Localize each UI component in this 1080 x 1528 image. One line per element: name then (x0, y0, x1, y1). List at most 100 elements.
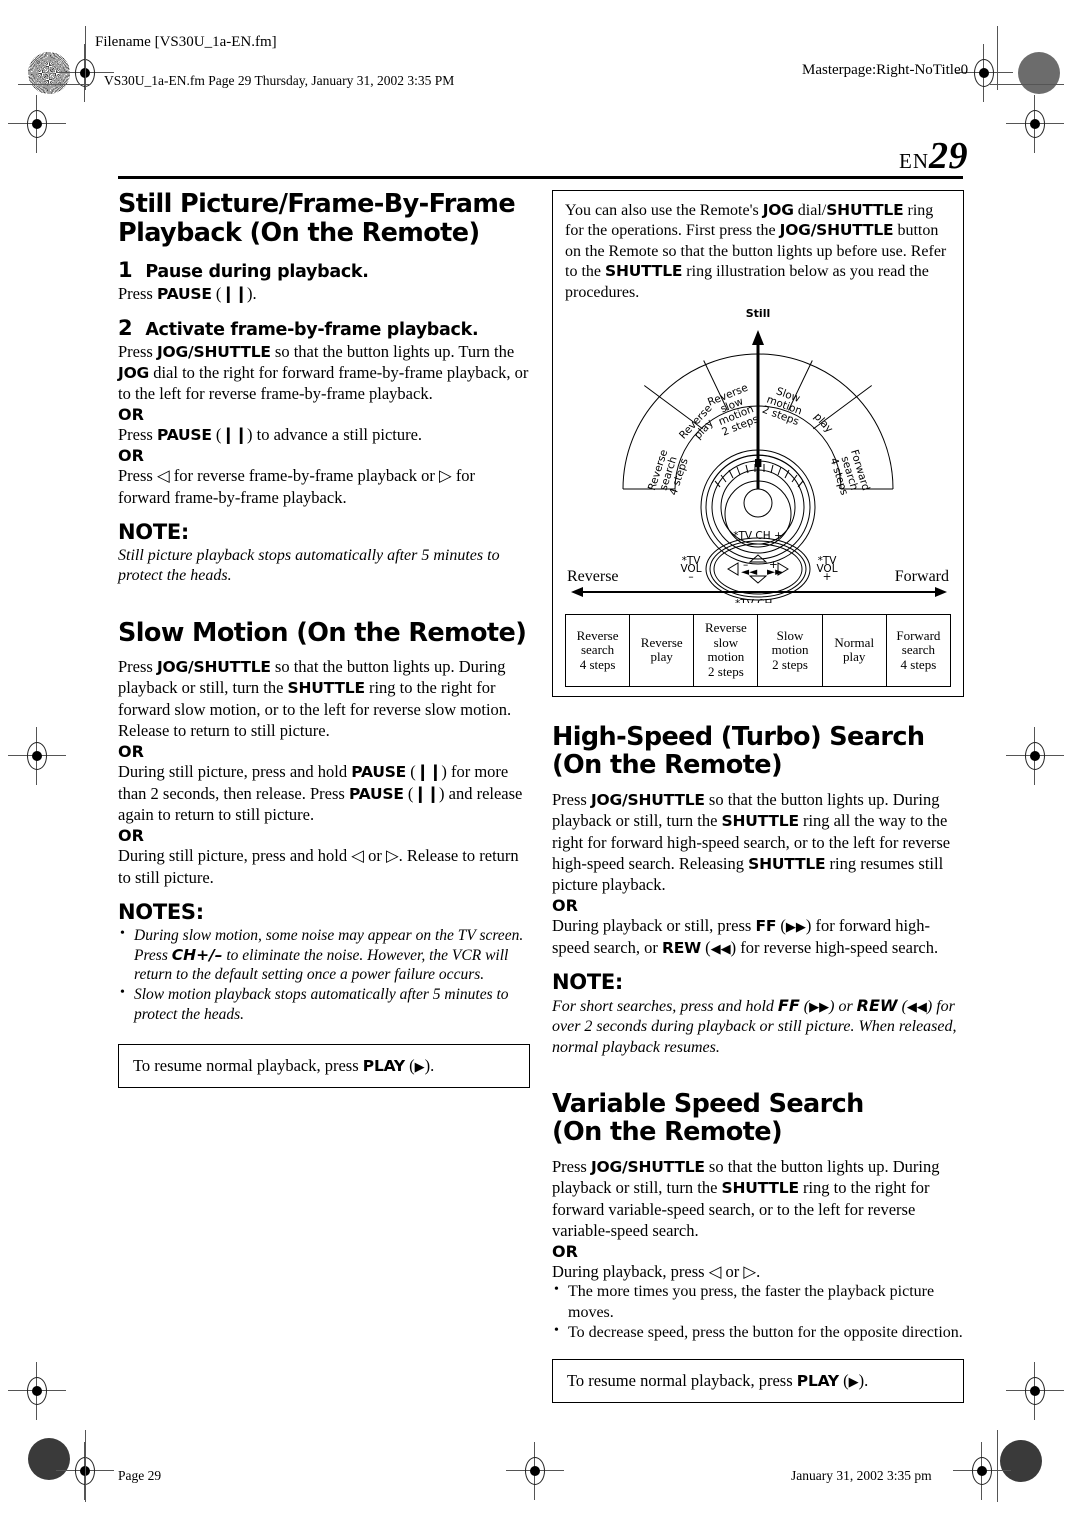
segment-label-play: play (811, 411, 835, 436)
step-2-heading: 2 Activate frame-by-frame playback. (118, 316, 530, 340)
forward-label: Forward (894, 568, 949, 586)
variable-speed-p1: Press JOG/SHUTTLE so that the button lig… (552, 1156, 940, 1241)
note-heading-2: NOTE: (552, 970, 623, 995)
registration-mark-lower-right (1006, 1362, 1064, 1420)
step-2-body: Press JOG/SHUTTLE so that the button lig… (118, 341, 529, 404)
still-alt-2: Press ◁ for reverse frame-by-frame playb… (118, 466, 476, 507)
or-label-6: OR (552, 1241, 578, 1261)
shuttle-illustration-box: You can also use the Remote's JOG dial/S… (552, 190, 964, 697)
registration-mark-mid-right (1006, 727, 1064, 785)
registration-mark-right (1006, 95, 1064, 153)
reverse-forward-arrow (571, 587, 947, 598)
table-cell-reverse-play: Reverse play (629, 614, 695, 687)
crop-line-top-left (18, 84, 90, 85)
shuttle-segment-table: Reverse search 4 steps Reverse play Reverse… (564, 614, 952, 687)
high-speed-p2: During playback or still, press FF (▶▶) … (552, 916, 939, 957)
table-cell-reverse-search: Reverse search 4 steps (564, 614, 631, 687)
label-tv-ch-plus: *TV CH + (733, 530, 783, 542)
or-label-5: OR (552, 895, 578, 915)
registration-mark-bottom-right (953, 1442, 1011, 1500)
header-masterpage: Masterpage:Right-NoTitle0 (802, 62, 969, 78)
resume-playback-text: To resume normal playback, press PLAY (▶… (133, 1056, 435, 1076)
crop-line-right (997, 26, 998, 90)
table-cell-slow-motion: Slow motion 2 steps (757, 614, 823, 687)
crop-line-top-right (990, 84, 1064, 85)
starburst-mark-top-left (28, 52, 70, 94)
note-text-1: Still picture playback stops automatical… (118, 547, 500, 585)
dark-dot-mark-bottom-left (28, 1438, 70, 1480)
table-cell-forward-search: Forward search 4 steps (885, 614, 952, 687)
section-title-high-speed-search: High-Speed (Turbo) Search (On the Remote… (552, 721, 964, 781)
resume-playback-box-left: To resume normal playback, press PLAY (▶… (118, 1044, 530, 1089)
variable-speed-bullets: The more times you press, the faster the… (552, 1281, 964, 1343)
variable-speed-p2: During playback, press ◁ or ▷. (552, 1262, 761, 1282)
crop-line-left (85, 26, 86, 90)
illustration-intro-text: You can also use the Remote's JOG dial/S… (565, 201, 947, 301)
segment-label-slow-motion: Slowmotion2 steps (760, 383, 808, 428)
note-item: Slow motion playback stops automatically… (118, 984, 530, 1024)
section-title-line2: (On the Remote) (552, 1117, 783, 1148)
table-cell-reverse-slow-motion: Reverse slow motion 2 steps (693, 614, 759, 687)
bullet-item: To decrease speed, press the button for … (552, 1322, 964, 1343)
note-item: During slow motion, some noise may appea… (118, 925, 530, 985)
still-alt-1: Press PAUSE (❙❙) to advance a still pict… (118, 425, 423, 445)
step-1-heading: 1 Pause during playback. (118, 258, 530, 282)
note-text-2: For short searches, press and hold FF (▶… (552, 996, 957, 1056)
notes-heading: NOTES: (118, 900, 204, 925)
resume-playback-box-right: To resume normal playback, press PLAY (▶… (552, 1359, 964, 1404)
header-filename: Filename [VS30U_1a-EN.fm] (95, 34, 277, 50)
section-title-slow-motion: Slow Motion (On the Remote) (118, 617, 527, 648)
section-title-line1: Still Picture/Frame-By-Frame (118, 189, 516, 219)
reverse-label: Reverse (567, 568, 619, 586)
resume-playback-text: To resume normal playback, press PLAY (▶… (567, 1371, 869, 1391)
page-number: EN29 (899, 134, 968, 178)
step-1-body: Press PAUSE (❙❙). (118, 284, 257, 304)
registration-mark-bottom-center (506, 1442, 564, 1500)
grey-dot-mark-top-right (1018, 52, 1060, 94)
right-column: You can also use the Remote's JOG dial/S… (552, 190, 964, 1404)
section-title-line2: (On the Remote) (552, 750, 783, 781)
still-label: Still (745, 307, 771, 321)
left-column: Still Picture/Frame-By-Frame Playback (O… (118, 190, 530, 1089)
step-1-number: 1 (118, 258, 133, 283)
registration-mark-lower-left (8, 1362, 66, 1420)
slow-motion-notes-list: During slow motion, some noise may appea… (118, 925, 530, 1024)
registration-mark-mid-left (8, 727, 66, 785)
slow-motion-p1: Press JOG/SHUTTLE so that the button lig… (118, 657, 512, 741)
or-label-3: OR (118, 741, 144, 761)
step-2-label: Activate frame-by-frame playback. (145, 319, 479, 340)
header-fileinfo: VS30U_1a-EN.fm Page 29 Thursday, January… (104, 73, 455, 88)
or-label-4: OR (118, 825, 144, 845)
step-1-label: Pause during playback. (145, 262, 369, 283)
section-title-line2: Playback (On the Remote) (118, 217, 480, 248)
crop-line-right-lower (997, 1430, 998, 1502)
step-2-number: 2 (118, 315, 133, 340)
section-title-variable-speed-search: Variable Speed Search (On the Remote) (552, 1088, 964, 1148)
section-title-line1: High-Speed (Turbo) Search (552, 721, 925, 752)
or-label-1: OR (118, 404, 144, 424)
page-number-value: 29 (929, 135, 968, 177)
crop-line-left-lower (85, 1430, 86, 1502)
segment-label-reverse-search: Reversesearch4 steps (646, 448, 691, 499)
slow-motion-p3: During still picture, press and hold ◁ o… (118, 846, 519, 887)
document-page: Filename [VS30U_1a-EN.fm] VS30U_1a-EN.fm… (0, 0, 1080, 1528)
direction-labels: Reverse Forward (567, 568, 949, 586)
section-title-line1: Variable Speed Search (552, 1088, 864, 1119)
section-title-still-picture: Still Picture/Frame-By-Frame Playback (O… (118, 190, 530, 247)
shuttle-dial-graphic: .sl { fill:none; stroke:#000; stroke-wid… (622, 330, 894, 603)
high-speed-p1: Press JOG/SHUTTLE so that the button lig… (552, 789, 951, 895)
page-number-prefix: EN (899, 149, 929, 173)
bullet-item: The more times you press, the faster the… (552, 1281, 964, 1323)
table-cell-normal-play: Normal play (821, 614, 887, 687)
registration-mark-left (8, 95, 66, 153)
dark-dot-mark-bottom-right (1000, 1440, 1042, 1482)
table-row: Reverse search 4 steps Reverse play Reverse… (564, 614, 952, 687)
note-heading-1: NOTE: (118, 520, 189, 545)
footer-page-label: Page 29 (118, 1468, 162, 1483)
header-rule (118, 176, 963, 179)
label-tv-ch-minus: *TV CH – (735, 598, 781, 603)
shuttle-ring-diagram: Still .sl { fill:none; stroke:#000; stro… (565, 307, 951, 612)
segment-label-reverse-play: Reverseplay (677, 403, 723, 450)
or-label-2: OR (118, 445, 144, 465)
slow-motion-p2: During still picture, press and hold PAU… (118, 762, 523, 825)
